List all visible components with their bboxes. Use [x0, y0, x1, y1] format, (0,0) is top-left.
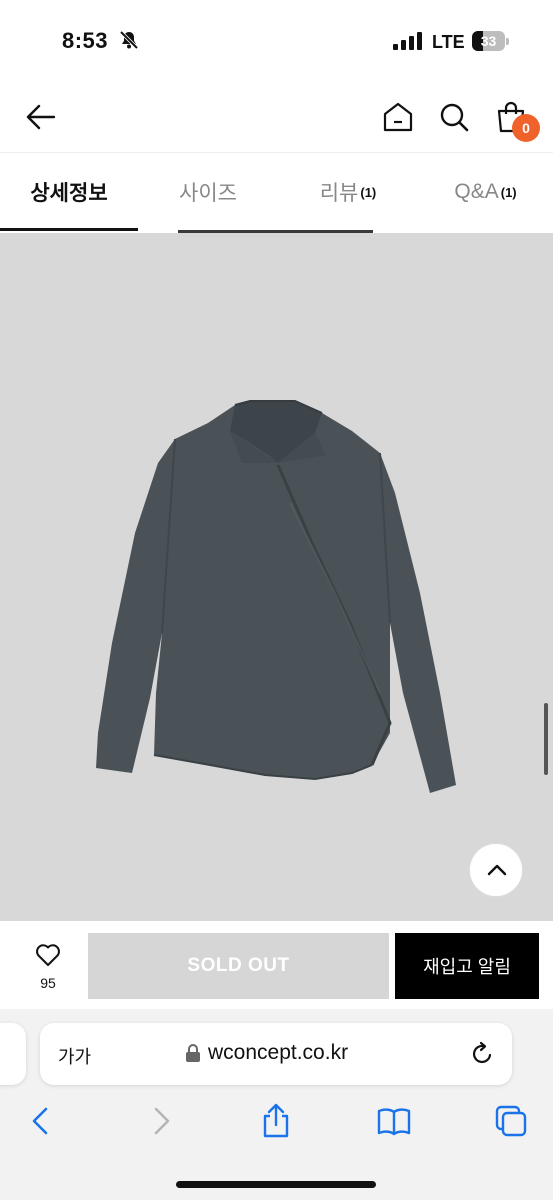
signal-icon	[393, 32, 422, 50]
scroll-to-top-button[interactable]	[469, 843, 523, 897]
reload-icon[interactable]	[470, 1041, 496, 1067]
back-arrow-icon[interactable]	[24, 100, 58, 134]
tab-size[interactable]: 사이즈	[138, 153, 278, 231]
url-text[interactable]: wconcept.co.kr	[208, 1041, 348, 1065]
previous-tab-card[interactable]	[0, 1023, 26, 1085]
text-size-button[interactable]: 가가	[58, 1043, 91, 1069]
battery-icon: 33	[472, 31, 509, 51]
detail-tabs: 상세정보 사이즈 리뷰 (1) Q&A (1)	[0, 152, 553, 232]
network-type: LTE	[432, 32, 465, 52]
tab-label: 사이즈	[179, 182, 237, 205]
sold-out-button: SOLD OUT	[88, 933, 389, 999]
shirt-image	[96, 400, 456, 793]
back-icon[interactable]	[24, 1103, 60, 1139]
product-image	[0, 233, 553, 921]
app-header: 0	[0, 80, 553, 152]
address-bar[interactable]: 가가 wconcept.co.kr	[40, 1023, 512, 1085]
search-icon[interactable]	[437, 100, 471, 134]
share-icon[interactable]	[258, 1103, 294, 1139]
home-indicator	[176, 1181, 376, 1188]
tab-qna[interactable]: Q&A (1)	[418, 153, 553, 231]
chevron-up-icon	[487, 864, 507, 876]
tab-detail-info[interactable]: 상세정보	[0, 153, 138, 231]
tab-count: (1)	[360, 184, 377, 200]
lock-icon	[186, 1044, 200, 1062]
tab-label: Q&A	[454, 180, 499, 203]
tab-count: (1)	[500, 184, 517, 200]
bell-slash-icon	[119, 30, 139, 50]
restock-alert-button[interactable]: 재입고 알림	[395, 933, 539, 999]
bookmarks-icon[interactable]	[376, 1103, 412, 1139]
tab-review[interactable]: 리뷰 (1)	[278, 153, 418, 231]
tab-label: 리뷰	[319, 182, 359, 205]
tab-label: 상세정보	[30, 182, 108, 205]
browser-address-area: 가가 wconcept.co.kr	[0, 1009, 553, 1097]
forward-icon[interactable]	[142, 1103, 178, 1139]
scroll-indicator[interactable]	[544, 703, 548, 775]
cart-count-badge: 0	[512, 114, 540, 142]
active-tab-indicator	[0, 228, 138, 231]
battery-level: 33	[480, 33, 497, 49]
wish-count: 95	[40, 975, 56, 991]
tabs-icon[interactable]	[493, 1103, 529, 1139]
heart-icon	[36, 944, 60, 966]
status-time: 8:53	[62, 28, 109, 53]
purchase-bar: 95 SOLD OUT 재입고 알림	[0, 921, 553, 1009]
wishlist-button[interactable]: 95	[20, 943, 76, 999]
status-bar: 8:53 LTE 33	[0, 0, 553, 80]
home-icon[interactable]	[381, 100, 415, 134]
browser-toolbar	[0, 1097, 553, 1200]
